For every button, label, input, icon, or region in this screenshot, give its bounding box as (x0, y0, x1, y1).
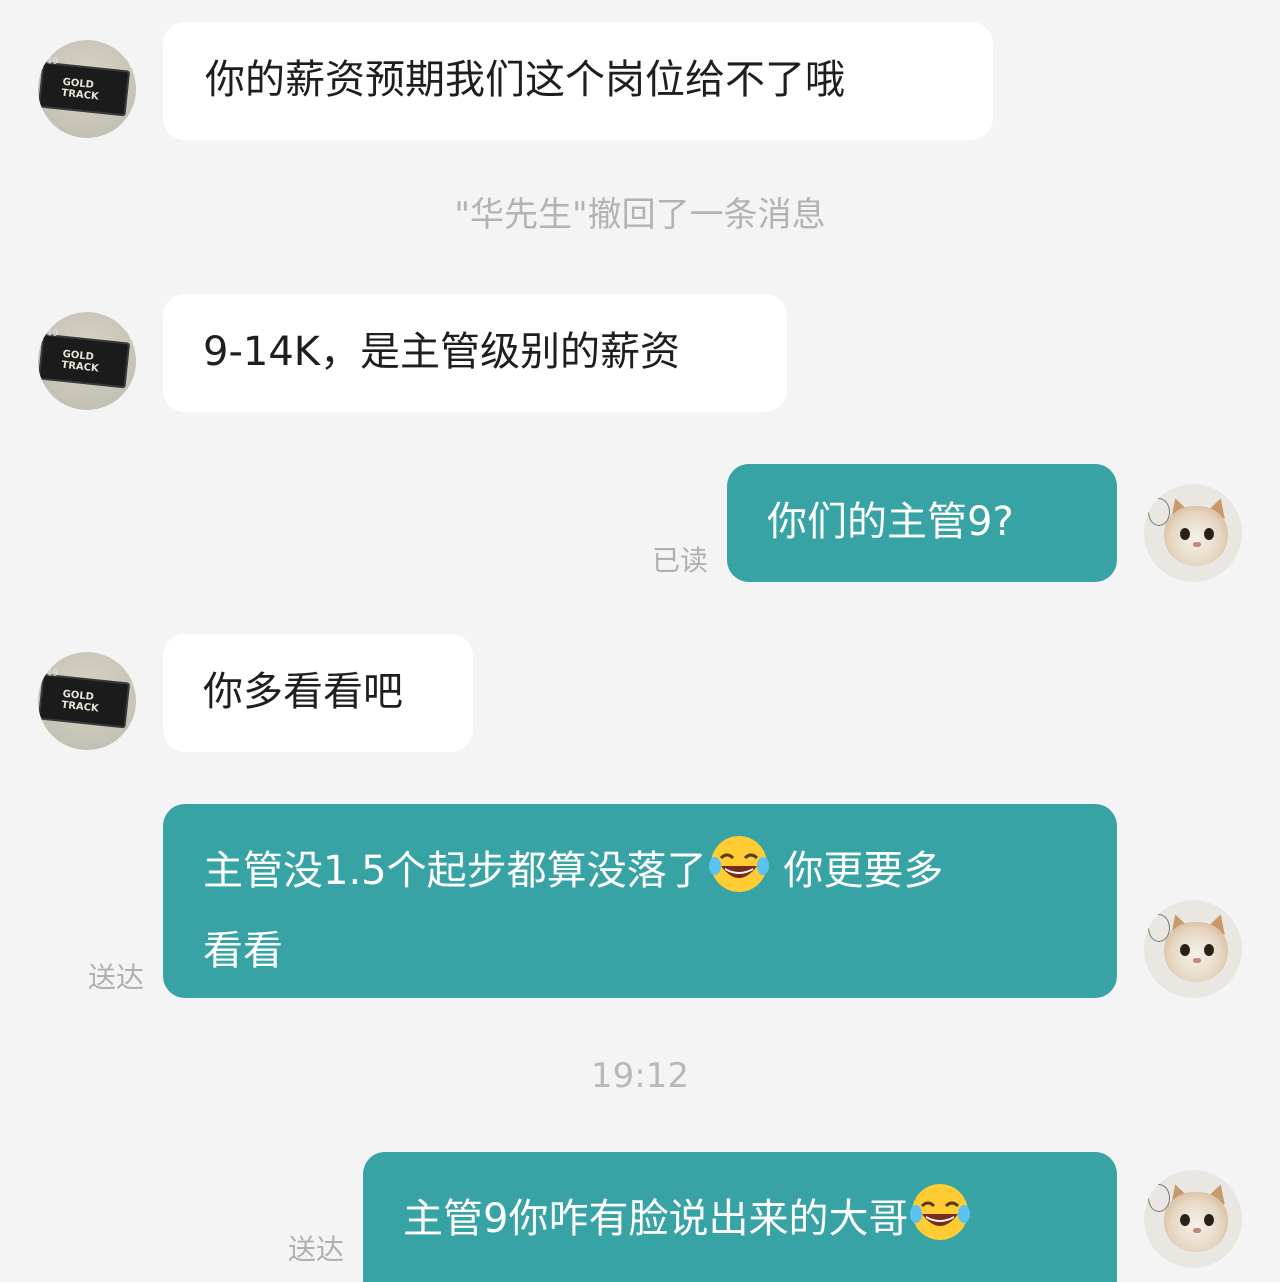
user-avatar[interactable] (1144, 1170, 1242, 1268)
message-text: 9-14K，是主管级别的薪资 (203, 329, 681, 375)
user-avatar[interactable] (1144, 900, 1242, 998)
message-text: 你更要多 (783, 848, 944, 894)
message-text: 主管没1.5个起步都算没落了 (203, 848, 707, 894)
tv-sign-icon: 19 GOLD TRACK (38, 56, 131, 117)
message-bubble-outgoing[interactable]: 主管9你咋有脸说出来的大哥 (363, 1152, 1117, 1282)
message-text: 看看 (203, 928, 283, 974)
message-bubble-incoming[interactable]: 9-14K，是主管级别的薪资 (163, 294, 787, 412)
message-text: 主管9你咋有脸说出来的大哥 (403, 1196, 909, 1242)
delivered-status: 送达 (88, 961, 145, 994)
tv-sign-icon: 19 GOLD TRACK (38, 668, 131, 729)
delivered-status: 送达 (288, 1233, 345, 1266)
message-bubble-outgoing[interactable]: 主管没1.5个起步都算没落了 你更要多 看看 (163, 804, 1117, 998)
contact-avatar[interactable]: 19 GOLD TRACK (38, 652, 136, 750)
tv-sign-icon: 19 GOLD TRACK (38, 328, 131, 389)
timestamp: 19:12 (591, 1056, 689, 1096)
cat-icon (1164, 1192, 1228, 1252)
message-bubble-outgoing[interactable]: 你们的主管9? (727, 464, 1117, 582)
message-text: 你的薪资预期我们这个岗位给不了哦 (205, 57, 845, 103)
read-status: 已读 (652, 544, 709, 577)
cat-icon (1164, 922, 1228, 982)
face-with-tears-of-joy-icon (708, 836, 769, 892)
contact-avatar[interactable]: 19 GOLD TRACK (38, 312, 136, 410)
cat-icon (1164, 506, 1228, 566)
message-text: 你们的主管9? (767, 499, 1014, 545)
message-text: 你多看看吧 (203, 669, 403, 715)
contact-avatar[interactable]: 19 GOLD TRACK (38, 40, 136, 138)
recall-notice: "华先生"撤回了一条消息 (454, 195, 826, 235)
message-bubble-incoming[interactable]: 你多看看吧 (163, 634, 473, 752)
face-with-tears-of-joy-icon (910, 1184, 971, 1240)
user-avatar[interactable] (1144, 484, 1242, 582)
message-bubble-incoming[interactable]: 你的薪资预期我们这个岗位给不了哦 (163, 22, 993, 140)
